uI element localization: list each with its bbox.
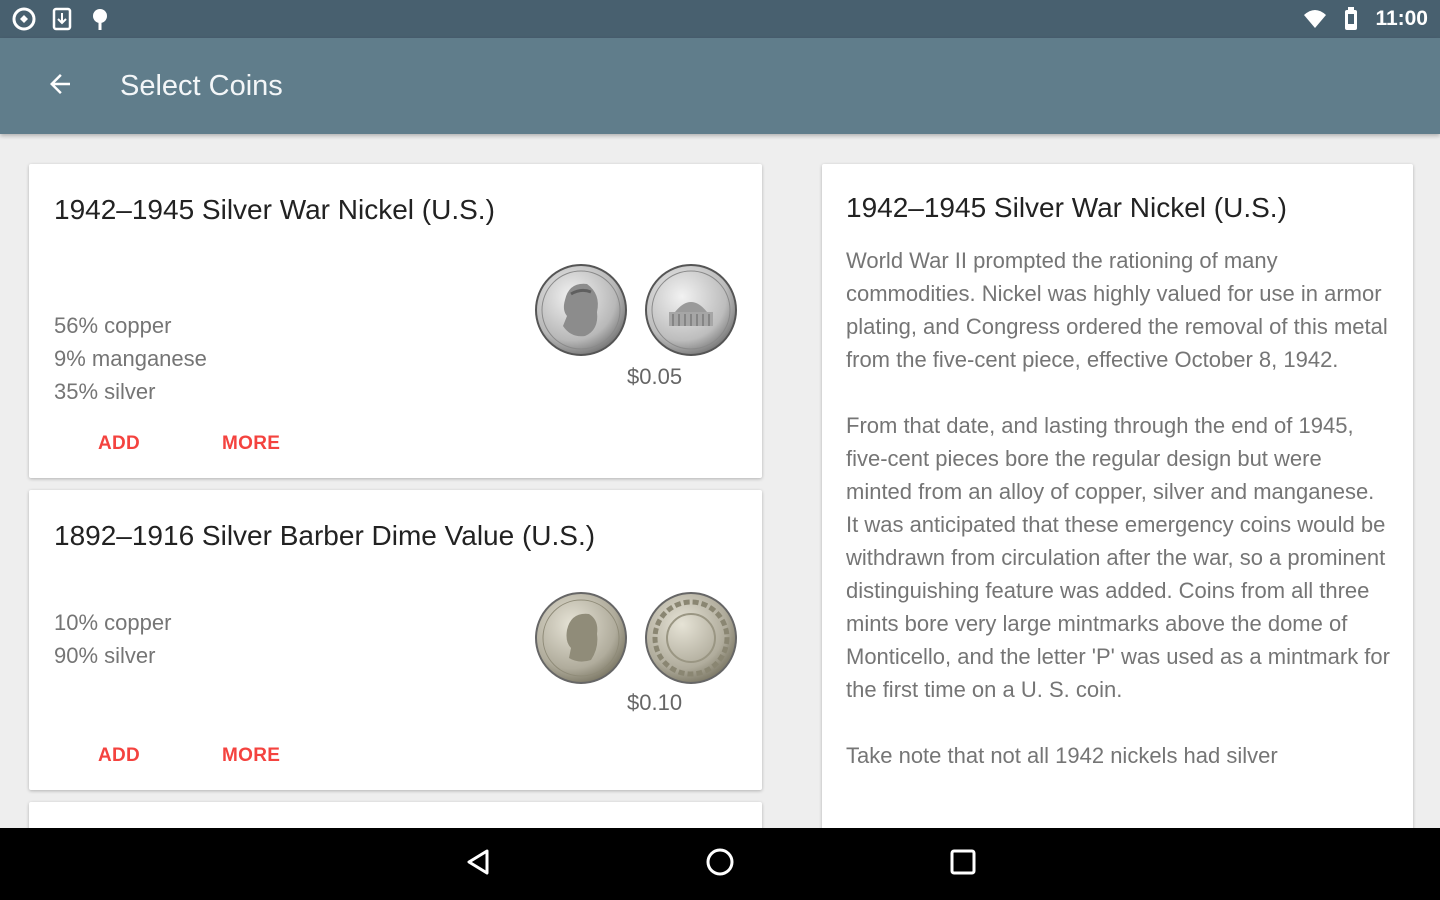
download-icon <box>50 7 74 31</box>
detail-title: 1942–1945 Silver War Nickel (U.S.) <box>846 192 1287 223</box>
detail-paragraph: Take note that not all 1942 nickels had … <box>846 743 1278 768</box>
coin-title: 1892–1916 Silver Barber Dime Value (U.S.… <box>54 520 596 551</box>
nav-recents-icon <box>949 848 977 881</box>
composition-line: 56% copper <box>54 313 172 338</box>
app-bar: Select Coins <box>0 38 1440 134</box>
status-time: 11:00 <box>1375 7 1428 30</box>
detail-paragraph: From that date, and lasting through the … <box>846 413 1390 702</box>
coin-card: 1892–1916 Silver Barber Dime Value (U.S.… <box>29 490 762 790</box>
page-title: Select Coins <box>120 69 283 102</box>
coin-card: 1942–1945 Silver War Nickel (U.S.) 56% c… <box>29 164 762 478</box>
sync-icon <box>12 7 36 31</box>
coin-price: $0.05 <box>627 364 683 389</box>
coin-reverse-image[interactable] <box>645 264 737 356</box>
tree-icon <box>88 7 112 31</box>
status-bar: 11:00 <box>0 0 1440 38</box>
more-button[interactable]: MORE <box>222 745 280 767</box>
nav-home-button[interactable] <box>698 842 742 886</box>
nav-home-icon <box>704 846 736 883</box>
nav-back-icon <box>463 847 493 882</box>
composition-line: 35% silver <box>54 379 156 404</box>
arrow-back-icon <box>45 69 75 104</box>
coin-obverse-image[interactable] <box>535 592 627 684</box>
coin-detail-card: 1942–1945 Silver War Nickel (U.S.) World… <box>822 164 1413 828</box>
wifi-icon <box>1303 7 1327 31</box>
more-button[interactable]: MORE <box>222 433 280 455</box>
coin-title: 1942–1945 Silver War Nickel (U.S.) <box>54 194 495 225</box>
detail-description: World War II prompted the rationing of m… <box>846 244 1392 805</box>
coin-card <box>29 802 762 828</box>
navigation-bar <box>0 828 1440 900</box>
battery-icon <box>1339 7 1363 31</box>
detail-paragraph: World War II prompted the rationing of m… <box>846 248 1388 372</box>
add-button[interactable]: ADD <box>98 433 140 455</box>
main-content: 1942–1945 Silver War Nickel (U.S.) 56% c… <box>0 134 1440 828</box>
coin-reverse-image[interactable] <box>645 592 737 684</box>
add-button[interactable]: ADD <box>98 745 140 767</box>
coin-obverse-image[interactable] <box>535 264 627 356</box>
nav-back-button[interactable] <box>456 842 500 886</box>
composition-line: 9% manganese <box>54 346 207 371</box>
nav-recents-button[interactable] <box>941 842 985 886</box>
coin-price: $0.10 <box>627 690 683 715</box>
composition-line: 90% silver <box>54 643 156 668</box>
back-button[interactable] <box>28 54 92 118</box>
composition-line: 10% copper <box>54 610 172 635</box>
